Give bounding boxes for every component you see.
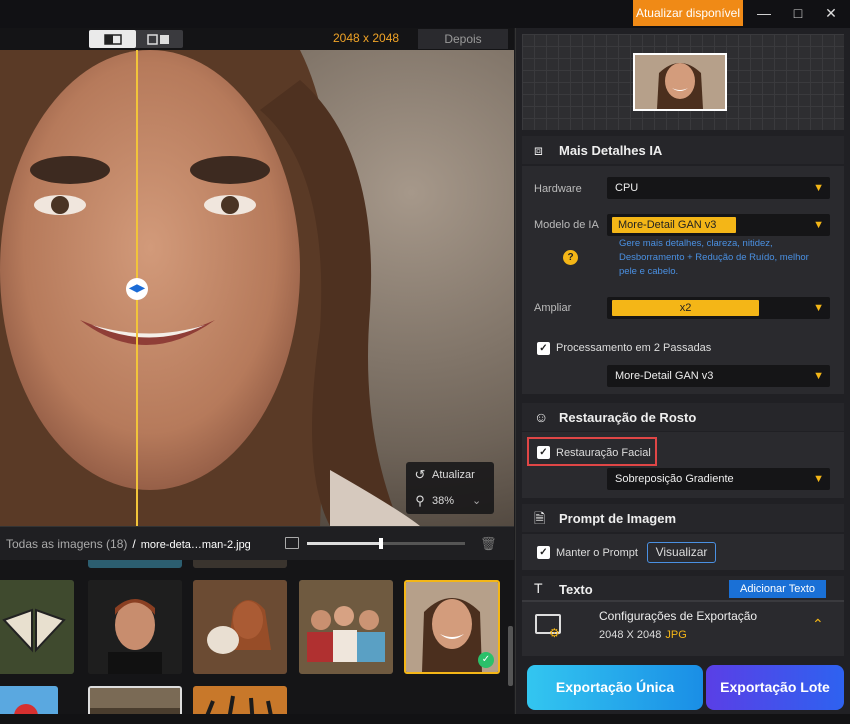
two-pass-label: Processamento em 2 Passadas xyxy=(556,342,712,354)
enhance-icon: ⧈ xyxy=(534,142,543,158)
after-tab[interactable]: Depois xyxy=(418,29,508,49)
highlight-box xyxy=(527,437,657,466)
section-more-details: ⧈ Mais Detalhes IA xyxy=(522,136,844,164)
zoom-select[interactable]: ⚲ 38% ⌄ xyxy=(406,488,494,514)
section-face-restore: ☺ Restauração de Rosto xyxy=(522,403,844,431)
upscale-label: Ampliar xyxy=(534,302,572,314)
chevron-down-icon: ▼ xyxy=(813,473,824,485)
side-by-side-button[interactable] xyxy=(136,30,183,48)
thumbnail-partial-top[interactable] xyxy=(88,560,182,568)
model-label: Modelo de IA xyxy=(534,219,599,231)
update-available-button[interactable]: Atualizar disponível xyxy=(633,0,743,26)
face-scan-icon: ☺ xyxy=(534,409,549,425)
section-image-prompt: 🗎 Prompt de Imagem xyxy=(522,504,844,532)
maximize-icon[interactable]: □ xyxy=(785,2,811,24)
export-settings-summary: 2048 X 2048 JPG xyxy=(599,629,687,641)
side-by-side-icon xyxy=(147,34,169,45)
image-dimensions: 2048 x 2048 xyxy=(333,31,400,45)
all-images-link[interactable]: Todas as imagens (18) xyxy=(6,537,127,551)
chevron-down-icon: ▼ xyxy=(813,302,824,314)
close-icon[interactable]: ✕ xyxy=(818,2,844,24)
viewer-toolbar: 2048 x 2048 Depois xyxy=(0,28,514,50)
thumbnail-group-friends[interactable] xyxy=(299,580,393,674)
image-icon xyxy=(285,537,299,549)
main-photo xyxy=(0,50,514,526)
thumbnail-woman-dog[interactable] xyxy=(193,580,287,674)
thumbnail-selected-woman[interactable]: ✓ xyxy=(404,580,500,674)
view-prompt-button[interactable]: Visualizar xyxy=(647,542,716,563)
current-file-name: more-deta…man-2.jpg xyxy=(140,539,251,551)
view-mode-toggle xyxy=(89,30,183,48)
batch-export-button[interactable]: Exportação Lote xyxy=(706,665,844,710)
more-details-body xyxy=(522,166,844,394)
minimize-icon[interactable]: — xyxy=(751,2,777,24)
thumbnail-gallery: ✓ xyxy=(0,560,514,724)
thumbnail-partial-top-2[interactable] xyxy=(193,560,287,568)
breadcrumb: Todas as imagens (18) / more-deta…man-2.jp… xyxy=(6,537,251,551)
model-description: Gere mais detalhes, clareza, nitidez, De… xyxy=(619,238,809,277)
gear-icon: ⚙ xyxy=(549,626,560,640)
trash-icon[interactable]: 🗑 xyxy=(480,536,497,551)
help-icon[interactable]: ? xyxy=(563,250,578,265)
chevron-down-icon: ⌄ xyxy=(472,495,482,507)
refresh-button[interactable]: ↺ Atualizar xyxy=(406,462,494,488)
hardware-select[interactable]: CPU ▼ xyxy=(607,177,830,199)
upscale-select[interactable]: x2 ▼ xyxy=(607,297,830,319)
split-view-icon xyxy=(104,34,122,45)
thumbnail-butterfly[interactable] xyxy=(0,580,74,674)
gallery-bar: Todas as imagens (18) / more-deta…man-2.jp… xyxy=(0,526,514,560)
selected-check-icon: ✓ xyxy=(478,652,494,668)
split-view-button[interactable] xyxy=(89,30,136,48)
second-model-select[interactable]: More-Detail GAN v3 ▼ xyxy=(607,365,830,387)
blend-mode-select[interactable]: Sobreposição Gradiente ▼ xyxy=(607,468,830,490)
chevron-down-icon: ▼ xyxy=(813,219,824,231)
slider-fill xyxy=(307,542,382,545)
two-pass-checkbox[interactable]: ✓ xyxy=(537,342,550,355)
thumbnail-size-slider[interactable] xyxy=(307,538,465,549)
chevron-down-icon: ▼ xyxy=(813,370,824,382)
keep-prompt-checkbox[interactable]: ✓ xyxy=(537,546,550,559)
gallery-scrollbar[interactable] xyxy=(508,626,513,686)
model-select[interactable]: More-Detail GAN v3 ▼ xyxy=(607,214,830,236)
add-text-button[interactable]: Adicionar Texto xyxy=(729,580,826,598)
bottom-bar xyxy=(0,714,850,724)
zoom-icon: ⚲ xyxy=(415,493,425,508)
app-window: Atualizar disponível — □ ✕ 2048 x 2048 D… xyxy=(0,0,850,724)
title-bar: Atualizar disponível — □ ✕ xyxy=(0,0,850,28)
hardware-label: Hardware xyxy=(534,183,582,195)
keep-prompt-label: Manter o Prompt xyxy=(556,547,638,559)
chevron-up-icon[interactable]: ⌃ xyxy=(812,616,824,633)
slider-handle[interactable] xyxy=(379,538,384,549)
thumbnail-man-portrait[interactable] xyxy=(88,580,182,674)
chevron-down-icon: ▼ xyxy=(813,182,824,194)
refresh-zoom-panel: ↺ Atualizar ⚲ 38% ⌄ xyxy=(406,462,494,514)
export-settings-title: Configurações de Exportação xyxy=(599,609,758,623)
refresh-icon: ↺ xyxy=(414,467,426,482)
document-icon: 🗎 xyxy=(534,510,546,526)
preview-thumbnail[interactable] xyxy=(633,53,727,111)
single-export-button[interactable]: Exportação Única xyxy=(527,665,703,710)
split-handle-icon[interactable]: ◀▶ xyxy=(126,278,148,300)
text-tool-icon: T xyxy=(534,580,543,596)
